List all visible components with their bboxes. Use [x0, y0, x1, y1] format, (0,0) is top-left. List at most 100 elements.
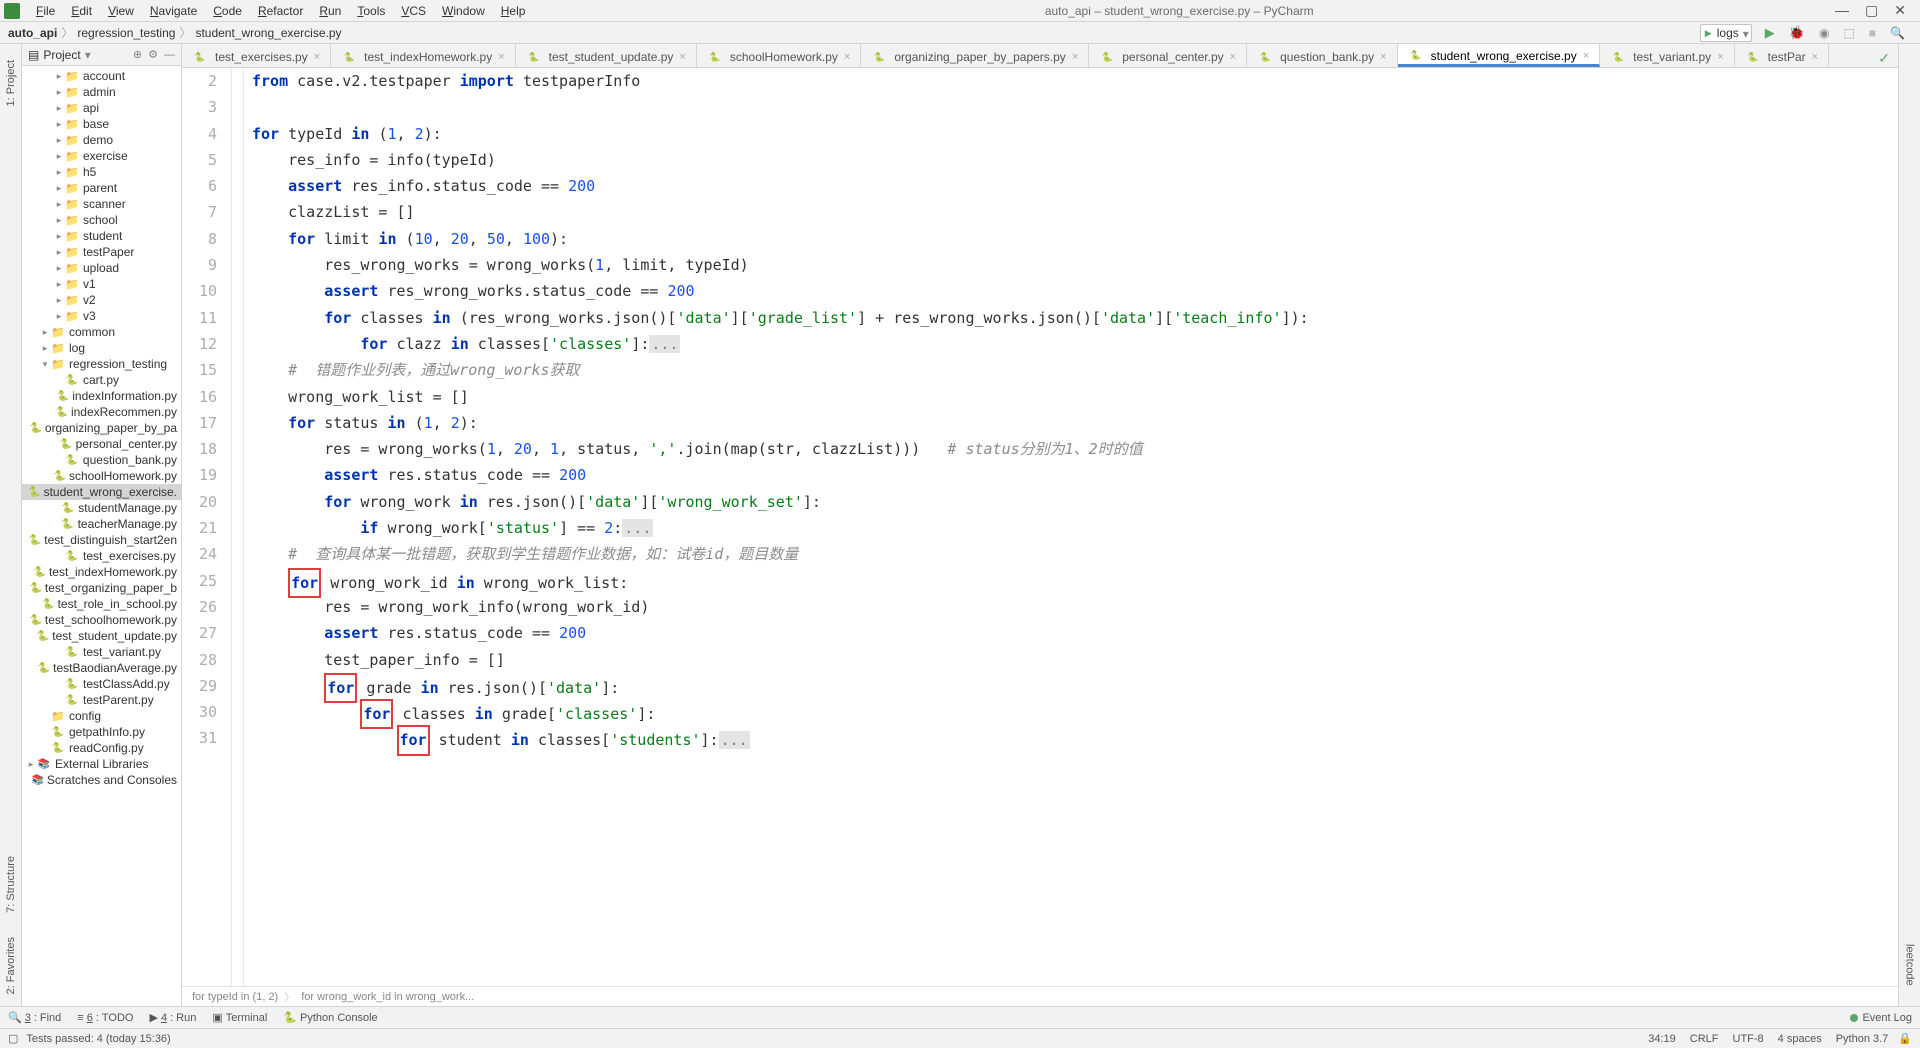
tree-item-external-libraries[interactable]: External Libraries: [22, 756, 181, 772]
tab-test-exercises-py[interactable]: test_exercises.py×: [182, 44, 331, 67]
tree-item-test-variant-py[interactable]: test_variant.py: [22, 644, 181, 660]
breadcrumb-file[interactable]: student_wrong_exercise.py: [195, 26, 341, 40]
project-collapse-icon[interactable]: —: [164, 49, 175, 61]
tree-item-base[interactable]: base: [22, 116, 181, 132]
tree-item-student[interactable]: student: [22, 228, 181, 244]
project-header[interactable]: ▤ Project ▾ ⊕ ⚙ —: [22, 44, 181, 66]
tree-item-v3[interactable]: v3: [22, 308, 181, 324]
tree-item-personal-center-py[interactable]: personal_center.py: [22, 436, 181, 452]
todo-tool[interactable]: ≡ 6: TODO: [77, 1012, 133, 1024]
project-tool-label[interactable]: 1: Project: [5, 60, 17, 106]
tab-student-wrong-exercise-py[interactable]: student_wrong_exercise.py×: [1398, 44, 1601, 67]
tree-item-account[interactable]: account: [22, 68, 181, 84]
tree-item-readconfig-py[interactable]: readConfig.py: [22, 740, 181, 756]
run-tool[interactable]: ▶ 4: Run: [149, 1011, 196, 1024]
tree-item-testclassadd-py[interactable]: testClassAdd.py: [22, 676, 181, 692]
cursor-position[interactable]: 34:19: [1648, 1033, 1676, 1045]
tree-item-exercise[interactable]: exercise: [22, 148, 181, 164]
tab-personal-center-py[interactable]: personal_center.py×: [1089, 44, 1247, 67]
tree-item-h5[interactable]: h5: [22, 164, 181, 180]
menu-tools[interactable]: Tools: [349, 2, 393, 20]
breadcrumb-root[interactable]: auto_api: [8, 26, 57, 40]
tree-item-testbaodianaverage-py[interactable]: testBaodianAverage.py: [22, 660, 181, 676]
tree-item-v2[interactable]: v2: [22, 292, 181, 308]
leetcode-tool-label[interactable]: leetcode: [1904, 944, 1916, 986]
tree-item-api[interactable]: api: [22, 100, 181, 116]
tree-item-test-student-update-py[interactable]: test_student_update.py: [22, 628, 181, 644]
attach-button[interactable]: ⬚: [1837, 24, 1860, 42]
tab-testpar[interactable]: testPar×: [1735, 44, 1829, 67]
event-log[interactable]: Event Log: [1850, 1012, 1912, 1024]
tree-item-test-exercises-py[interactable]: test_exercises.py: [22, 548, 181, 564]
menu-refactor[interactable]: Refactor: [250, 2, 311, 20]
tree-item-admin[interactable]: admin: [22, 84, 181, 100]
menu-edit[interactable]: Edit: [63, 2, 100, 20]
maximize-icon[interactable]: ▢: [1865, 2, 1878, 19]
minimize-icon[interactable]: —: [1835, 2, 1849, 19]
close-icon[interactable]: ×: [1230, 51, 1236, 63]
tree-item-test-schoolhomework-py[interactable]: test_schoolhomework.py: [22, 612, 181, 628]
tree-item-indexinformation-py[interactable]: indexInformation.py: [22, 388, 181, 404]
tree-item-v1[interactable]: v1: [22, 276, 181, 292]
tree-item-test-organizing-paper-b[interactable]: test_organizing_paper_b: [22, 580, 181, 596]
code-editor[interactable]: 2345678910111215161718192021242526272829…: [182, 68, 1898, 986]
code-content[interactable]: from case.v2.testpaper import testpaperI…: [244, 68, 1898, 986]
tree-item-demo[interactable]: demo: [22, 132, 181, 148]
close-icon[interactable]: ×: [498, 51, 504, 63]
tree-item-testpaper[interactable]: testPaper: [22, 244, 181, 260]
menu-code[interactable]: Code: [205, 2, 250, 20]
editor-breadcrumb[interactable]: for typeId in (1, 2) 〉 for wrong_work_id…: [182, 986, 1898, 1006]
tab-schoolhomework-py[interactable]: schoolHomework.py×: [697, 44, 861, 67]
tree-item-studentmanage-py[interactable]: studentManage.py: [22, 500, 181, 516]
tab-organizing-paper-by-papers-py[interactable]: organizing_paper_by_papers.py×: [861, 44, 1089, 67]
tree-item-regression-testing[interactable]: regression_testing: [22, 356, 181, 372]
close-icon[interactable]: ✕: [1894, 2, 1906, 19]
tree-item-log[interactable]: log: [22, 340, 181, 356]
project-settings-icon[interactable]: ⚙: [148, 48, 158, 61]
tree-item-school[interactable]: school: [22, 212, 181, 228]
encoding[interactable]: UTF-8: [1733, 1033, 1764, 1045]
tree-item-upload[interactable]: upload: [22, 260, 181, 276]
close-icon[interactable]: ×: [1717, 51, 1723, 63]
tab-test-variant-py[interactable]: test_variant.py×: [1600, 44, 1734, 67]
tab-test-indexhomework-py[interactable]: test_indexHomework.py×: [331, 44, 516, 67]
close-icon[interactable]: ×: [1380, 51, 1386, 63]
project-tree[interactable]: accountadminapibasedemoexerciseh5parents…: [22, 66, 181, 1006]
tree-item-scratches-and-consoles[interactable]: Scratches and Consoles: [22, 772, 181, 788]
close-icon[interactable]: ×: [314, 51, 320, 63]
menu-window[interactable]: Window: [434, 2, 493, 20]
breadcrumb-folder[interactable]: regression_testing: [77, 26, 175, 40]
debug-button[interactable]: 🐞: [1783, 23, 1811, 43]
python-console-tool[interactable]: 🐍 Python Console: [283, 1011, 377, 1024]
tree-item-cart-py[interactable]: cart.py: [22, 372, 181, 388]
menu-help[interactable]: Help: [493, 2, 534, 20]
favorites-tool-label[interactable]: 2: Favorites: [5, 937, 17, 994]
run-button[interactable]: ▶: [1759, 23, 1781, 43]
close-icon[interactable]: ×: [1072, 51, 1078, 63]
menu-vcs[interactable]: VCS: [393, 2, 434, 20]
tree-item-organizing-paper-by-pa[interactable]: organizing_paper_by_pa: [22, 420, 181, 436]
run-with-coverage-button[interactable]: ◉: [1813, 24, 1835, 42]
structure-tool-label[interactable]: 7: Structure: [5, 856, 17, 913]
close-icon[interactable]: ×: [844, 51, 850, 63]
tree-item-student-wrong-exercise-[interactable]: student_wrong_exercise.: [22, 484, 181, 500]
terminal-tool[interactable]: ▣ Terminal: [212, 1011, 267, 1024]
tree-item-indexrecommen-py[interactable]: indexRecommen.py: [22, 404, 181, 420]
tree-item-test-distinguish-start2en[interactable]: test_distinguish_start2en: [22, 532, 181, 548]
tree-item-teachermanage-py[interactable]: teacherManage.py: [22, 516, 181, 532]
tree-item-question-bank-py[interactable]: question_bank.py: [22, 452, 181, 468]
tab-question-bank-py[interactable]: question_bank.py×: [1247, 44, 1398, 67]
indent-info[interactable]: 4 spaces: [1778, 1033, 1822, 1045]
search-button[interactable]: 🔍: [1884, 24, 1911, 42]
lock-icon[interactable]: 🔒: [1898, 1032, 1912, 1045]
tree-item-config[interactable]: config: [22, 708, 181, 724]
find-tool[interactable]: 🔍 3: Find: [8, 1011, 61, 1024]
stop-button[interactable]: ■: [1863, 24, 1882, 42]
tree-item-test-role-in-school-py[interactable]: test_role_in_school.py: [22, 596, 181, 612]
run-config-combo[interactable]: logs: [1700, 24, 1752, 42]
close-icon[interactable]: ×: [679, 51, 685, 63]
tree-item-testparent-py[interactable]: testParent.py: [22, 692, 181, 708]
status-hide-icon[interactable]: ▢: [8, 1032, 18, 1045]
menu-view[interactable]: View: [100, 2, 142, 20]
tree-item-test-indexhomework-py[interactable]: test_indexHomework.py: [22, 564, 181, 580]
